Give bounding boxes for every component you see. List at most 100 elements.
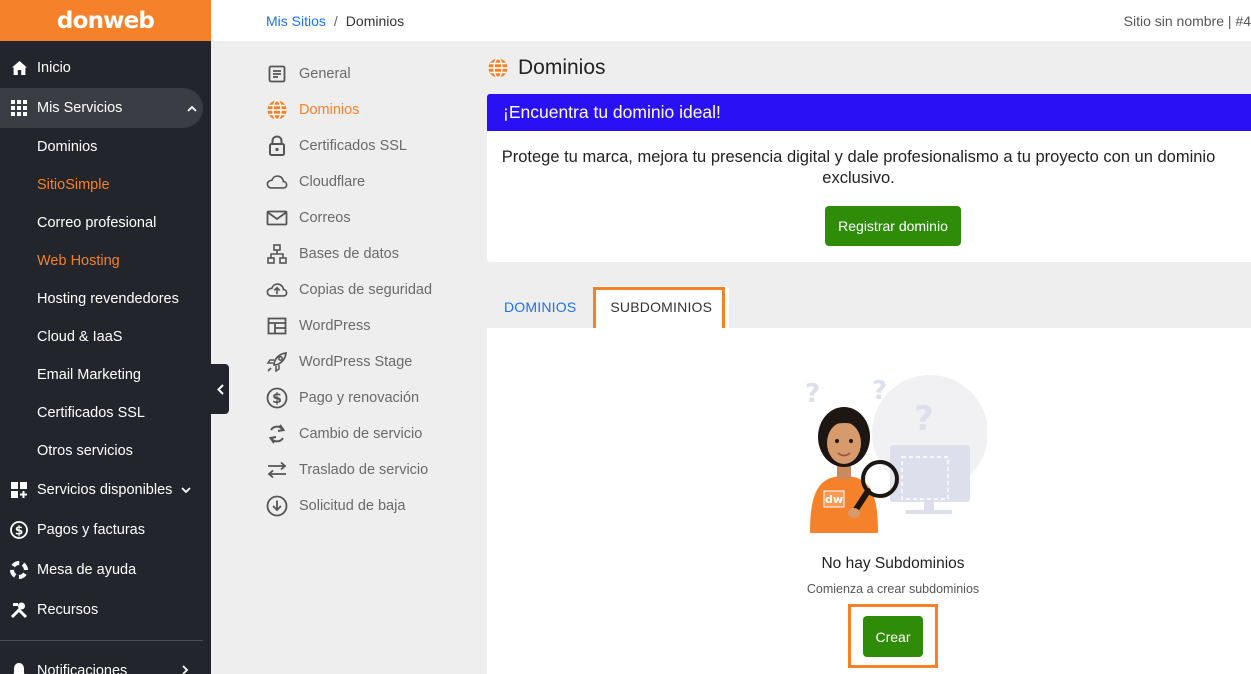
promo-line-1: Protege tu marca, mejora tu presencia di… [501, 148, 1216, 166]
submenu-item-cambio-servicio[interactable]: Cambio de servicio [266, 416, 432, 452]
sidebar-divider [0, 640, 203, 641]
lifebuoy-icon [10, 561, 28, 579]
tab-dominios[interactable]: DOMINIOS [487, 286, 593, 328]
svg-text:?: ? [914, 399, 934, 439]
document-icon [266, 63, 288, 85]
submenu-item-label: Cambio de servicio [299, 426, 423, 442]
submenu-item-correos[interactable]: Correos [266, 200, 432, 236]
tools-icon [10, 601, 28, 619]
breadcrumb-separator: / [333, 12, 338, 29]
service-submenu: General Dominios Certificados SSL Cloudf… [266, 56, 432, 524]
submenu-item-wordpress-stage[interactable]: WordPress Stage [266, 344, 432, 380]
cloud-upload-icon [266, 279, 288, 301]
sidebar-item-recursos[interactable]: Recursos [0, 590, 211, 630]
submenu-item-label: Bases de datos [299, 246, 399, 262]
breadcrumb: Mis Sitios / Dominios [266, 13, 404, 29]
main-nav: Inicio Mis Servicios Dominios SitioSimpl… [0, 41, 211, 674]
submenu-item-label: Cloudflare [299, 174, 366, 190]
chevron-down-icon [181, 482, 191, 498]
sidebar-item-label: Servicios disponibles [37, 482, 173, 498]
submenu-item-label: Solicitud de baja [299, 498, 406, 514]
grid-icon [10, 99, 28, 117]
submenu-item-pago-renovacion[interactable]: $ Pago y renovación [266, 380, 432, 416]
sidebar-subitem-email-marketing[interactable]: Email Marketing [0, 356, 211, 394]
page-title-text: Dominios [518, 56, 606, 79]
home-icon [10, 59, 28, 77]
svg-text:$: $ [15, 524, 23, 538]
globe-icon [266, 99, 288, 121]
sidebar-item-label: Inicio [37, 60, 71, 76]
sidebar: donweb Inicio Mis Servicios Dominios Sit… [0, 0, 211, 674]
submenu-item-bases-datos[interactable]: Bases de datos [266, 236, 432, 272]
sidebar-subitem-web-hosting[interactable]: Web Hosting [0, 242, 211, 280]
register-domain-button[interactable]: Registrar dominio [825, 206, 961, 246]
site-name[interactable]: Sitio sin nombre | #4 [1124, 0, 1251, 41]
sidebar-subitem-cloud-iaas[interactable]: Cloud & IaaS [0, 318, 211, 356]
svg-text:$: $ [272, 391, 282, 407]
chevron-up-icon [187, 100, 197, 116]
breadcrumb-mis-sitios[interactable]: Mis Sitios [266, 13, 326, 29]
swap-icon [266, 459, 288, 481]
create-subdomain-button[interactable]: Crear [863, 616, 923, 657]
sidebar-item-mesa-ayuda[interactable]: Mesa de ayuda [0, 550, 211, 590]
sidebar-item-label: Recursos [37, 602, 99, 618]
refresh-icon [266, 423, 288, 445]
page-title: Dominios [487, 56, 606, 80]
promo-description: Protege tu marca, mejora tu presencia di… [487, 131, 1227, 205]
database-icon [266, 243, 288, 265]
sidebar-item-inicio[interactable]: Inicio [0, 48, 211, 88]
download-circle-icon [266, 495, 288, 517]
chevron-left-icon [216, 383, 224, 395]
domain-tabs: DOMINIOS SUBDOMINIOS [487, 286, 730, 328]
layout-icon [266, 315, 288, 337]
sidebar-item-label: Mis Servicios [37, 100, 123, 116]
sidebar-item-notificaciones[interactable]: Notificaciones [0, 651, 211, 674]
submenu-item-label: Dominios [299, 102, 360, 118]
sidebar-subitem-sitiosimple[interactable]: SitioSimple [0, 166, 211, 204]
tab-subdominios[interactable]: SUBDOMINIOS [593, 286, 730, 328]
svg-text:?: ? [872, 376, 887, 406]
subdomains-panel: ? ? ? dw No hay Subdominios Comienza a c… [487, 328, 1251, 674]
sidebar-item-pagos-facturas[interactable]: $ Pagos y facturas [0, 510, 211, 550]
logo[interactable]: donweb [57, 8, 155, 34]
submenu-item-general[interactable]: General [266, 56, 432, 92]
submenu-item-label: WordPress [299, 318, 371, 334]
submenu-item-cloudflare[interactable]: Cloudflare [266, 164, 432, 200]
submenu-item-label: Traslado de servicio [299, 462, 429, 478]
sidebar-subitem-correo-profesional[interactable]: Correo profesional [0, 204, 211, 242]
empty-state-illustration: ? ? ? dw [805, 375, 987, 533]
submenu-item-label: General [299, 66, 351, 82]
sidebar-subitem-otros-servicios[interactable]: Otros servicios [0, 432, 211, 470]
submenu-item-solicitud-baja[interactable]: Solicitud de baja [266, 488, 432, 524]
globe-icon [487, 57, 509, 79]
dollar-circle-icon: $ [10, 521, 28, 539]
sidebar-item-servicios-disponibles[interactable]: Servicios disponibles [0, 470, 211, 510]
shirt-logo-text: dw [825, 493, 843, 506]
chevron-right-icon [182, 663, 189, 674]
submenu-item-dominios[interactable]: Dominios [266, 92, 432, 128]
submenu-item-label: WordPress Stage [299, 354, 413, 370]
sidebar-item-mis-servicios[interactable]: Mis Servicios [0, 88, 203, 128]
cloud-icon [266, 171, 288, 193]
sidebar-item-label: Mesa de ayuda [37, 562, 137, 578]
sidebar-subitem-dominios[interactable]: Dominios [0, 128, 211, 166]
empty-state-title: No hay Subdominios [821, 555, 965, 572]
submenu-item-label: Correos [299, 210, 351, 226]
sidebar-collapse-button[interactable] [211, 364, 229, 414]
submenu-item-copias-seguridad[interactable]: Copias de seguridad [266, 272, 432, 308]
dollar-icon: $ [266, 387, 288, 409]
add-grid-icon [10, 481, 28, 499]
submenu-item-label: Pago y renovación [299, 390, 420, 406]
sidebar-subitem-certificados-ssl[interactable]: Certificados SSL [0, 394, 211, 432]
domain-promo-card: ¡Encuentra tu dominio ideal! Protege tu … [487, 94, 1251, 262]
sidebar-subitem-hosting-revendedores[interactable]: Hosting revendedores [0, 280, 211, 318]
submenu-item-certificados-ssl[interactable]: Certificados SSL [266, 128, 432, 164]
bell-icon [10, 662, 28, 674]
promo-heading: ¡Encuentra tu dominio ideal! [487, 94, 1251, 131]
logo-bar: donweb [0, 0, 211, 41]
sidebar-item-label: Notificaciones [37, 663, 128, 674]
svg-text:?: ? [805, 379, 820, 409]
submenu-item-wordpress[interactable]: WordPress [266, 308, 432, 344]
rocket-icon [266, 351, 288, 373]
submenu-item-traslado-servicio[interactable]: Traslado de servicio [266, 452, 432, 488]
